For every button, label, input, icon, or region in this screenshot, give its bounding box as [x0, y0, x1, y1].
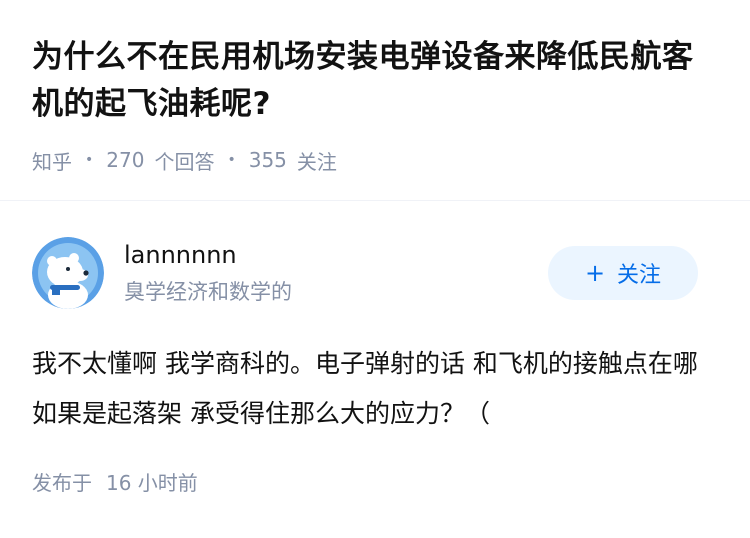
author-bio: 臭学经济和数学的: [124, 280, 292, 304]
follower-count: 355: [248, 148, 287, 172]
question-meta: 知乎 • 270 个回答 • 355 关注: [32, 144, 337, 176]
separator-dot: •: [227, 152, 236, 168]
plus-icon: +: [584, 259, 606, 287]
question-title[interactable]: 为什么不在民用机场安装电弹设备来降低民航客机的起飞油耗呢?: [32, 34, 722, 128]
answer-count-label[interactable]: 个回答: [154, 146, 214, 175]
answer-meta: 发布于 16 小时前: [32, 469, 198, 497]
answer-count: 270: [106, 148, 145, 172]
author-name[interactable]: lannnnnn: [124, 241, 237, 269]
follow-button[interactable]: + 关注: [548, 246, 698, 300]
question-header: 为什么不在民用机场安装电弹设备来降低民航客机的起飞油耗呢? 知乎 • 270 个…: [0, 0, 750, 200]
polar-bear-avatar-icon: [32, 237, 104, 309]
answer-content[interactable]: 我不太懂啊 我学商科的。电子弹射的话 和飞机的接触点在哪 如果是起落架 承受得住…: [32, 339, 722, 439]
follower-count-label: 关注: [296, 149, 337, 174]
separator-dot: •: [85, 152, 94, 168]
answer-card: lannnnnn 臭学经济和数学的 + 关注 我不太懂啊 我学商科的。电子弹射的…: [0, 201, 750, 538]
published-time: 16 小时前: [106, 471, 198, 495]
avatar[interactable]: [32, 237, 104, 309]
published-label: 发布于: [32, 471, 92, 495]
follow-button-label: 关注: [617, 263, 662, 288]
source-label[interactable]: 知乎: [32, 146, 72, 175]
